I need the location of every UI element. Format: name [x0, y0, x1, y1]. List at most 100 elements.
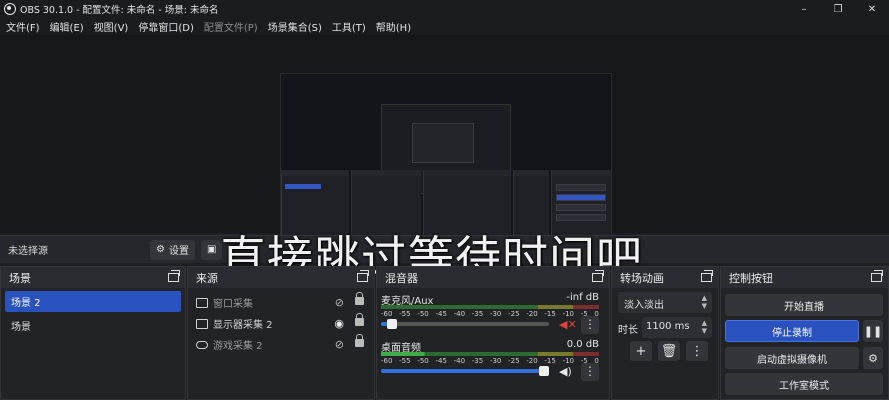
meter-scale: -60 -55 -50 -45 -40 -35 -30 -25 -20 -15 -10 -5 0 [381, 310, 599, 318]
scene-item[interactable]: 场景 2 [5, 291, 181, 312]
source-label: 显示器采集 2 [213, 320, 273, 331]
gear-icon: ⚙ [868, 351, 878, 365]
menu-file[interactable]: 文件(F) [6, 19, 40, 34]
start-virtual-cam-button[interactable]: 启动虚拟摄像机 [725, 347, 859, 369]
gear-icon: ⚙ [156, 244, 165, 255]
title-bar: OBS 30.1.0 - 配置文件: 未命名 - 场景: 未命名 – ❐ ✕ [0, 0, 889, 18]
scale-tick: -25 [508, 357, 520, 365]
scale-tick: -60 [381, 310, 393, 318]
volume-slider[interactable] [381, 366, 549, 376]
close-icon[interactable]: ✕ [855, 0, 889, 18]
scenes-dock-header: 场景 [1, 267, 185, 288]
trash-icon[interactable]: 🗑 [658, 341, 680, 361]
channel-menu-icon[interactable]: ⋮ [581, 316, 599, 334]
maximize-icon[interactable]: ❐ [821, 0, 855, 18]
duration-spinbox[interactable]: 1100 ms ▲ ▼ [642, 317, 712, 338]
menu-scene-collection[interactable]: 场景集合(S) [268, 19, 322, 34]
menu-bar: 文件(F) 编辑(E) 视图(V) 停靠窗口(D) 配置文件(P) 场景集合(S… [0, 18, 889, 35]
scene-item[interactable]: 场景 [5, 315, 181, 336]
scenes-title: 场景 [9, 271, 31, 285]
mixer-channel-desktop: 桌面音频 0.0 dB -60 -55 -50 -45 -40 -35 -30 -25 -20-… [377, 335, 609, 382]
scale-tick: -55 [399, 357, 411, 365]
eye-icon[interactable]: ◉ [334, 317, 344, 330]
preview-button [556, 184, 606, 191]
volume-fill [381, 369, 544, 373]
duration-label: 时长 [618, 325, 638, 336]
speaker-icon[interactable]: ◀) [559, 365, 572, 378]
scene-item-label: 场景 2 [11, 298, 41, 309]
menu-help[interactable]: 帮助(H) [376, 19, 411, 34]
scale-tick: -25 [508, 310, 520, 318]
eye-hidden-icon[interactable]: ⊘ [335, 296, 344, 309]
channel-menu-icon[interactable]: ⋮ [581, 363, 599, 381]
menu-edit[interactable]: 编辑(E) [50, 19, 84, 34]
scale-tick: -30 [489, 357, 502, 365]
volume-meter [381, 352, 599, 356]
transition-select[interactable]: 淡入淡出 ▲ ▼ [618, 292, 712, 313]
speaker-muted-icon[interactable]: ◀✕ [559, 318, 577, 331]
pause-record-button[interactable]: ❚❚ [863, 320, 883, 342]
minimize-icon[interactable]: – [787, 0, 821, 18]
channel-db: 0.0 dB [566, 339, 599, 350]
start-stream-button[interactable]: 开始直播 [725, 294, 883, 316]
channel-db: -inf dB [566, 292, 599, 303]
source-item-game-capture[interactable]: 游戏采集 2 ⊘ [188, 334, 374, 355]
scale-tick: -15 [544, 357, 556, 365]
source-item-window-capture[interactable]: 窗口采集 ⊘ [188, 292, 374, 313]
settings-label: 设置 [168, 246, 189, 257]
window-icon [196, 297, 208, 308]
menu-profile[interactable]: 配置文件(P) [204, 19, 258, 34]
gamepad-icon [196, 340, 208, 349]
duration-value: 1100 ms [646, 321, 690, 332]
menu-tools[interactable]: 工具(T) [332, 19, 366, 34]
transitions-dock-header: 转场动画 [612, 267, 718, 288]
undock-icon[interactable] [871, 270, 883, 282]
scale-tick: -15 [544, 310, 556, 318]
obs-logo-icon [4, 3, 16, 15]
stop-record-button[interactable]: 停止录制 [725, 320, 859, 342]
undock-icon[interactable] [701, 270, 713, 282]
add-icon[interactable]: + [630, 341, 652, 361]
mixer-title: 混音器 [385, 271, 418, 285]
preview-nested-window-inner [412, 123, 474, 163]
spin-arrows-icon[interactable]: ▲ ▼ [702, 319, 707, 335]
mixer-dock: 混音器 麦克风/Aux -inf dB -60 -55 -50 -45 -40 -35 -3… [376, 266, 610, 400]
transitions-title: 转场动画 [620, 271, 664, 285]
lock-icon[interactable] [355, 292, 364, 305]
scale-tick: -45 [435, 357, 447, 365]
transitions-dock: 转场动画 淡入淡出 ▲ ▼ 时长 1100 ms ▲ ▼ + 🗑 ⋮ [611, 266, 719, 400]
menu-docks[interactable]: 停靠窗口(D) [138, 19, 194, 34]
volume-meter [381, 305, 599, 309]
lock-icon[interactable] [355, 313, 364, 326]
eye-hidden-icon[interactable]: ⊘ [335, 338, 344, 351]
volume-knob[interactable] [387, 319, 397, 329]
no-source-label: 未选择源 [8, 246, 48, 257]
studio-mode-button[interactable]: 工作室模式 [725, 373, 883, 395]
undock-icon[interactable] [357, 270, 369, 282]
source-item-display-capture[interactable]: 显示器采集 2 ◉ [188, 313, 374, 334]
undock-icon[interactable] [168, 270, 180, 282]
volume-knob[interactable] [539, 366, 549, 376]
more-icon[interactable]: ⋮ [686, 341, 708, 361]
scene-item-label: 场景 [11, 322, 31, 333]
preview-button [556, 194, 606, 201]
scale-tick: -50 [417, 310, 429, 318]
window-controls: – ❐ ✕ [787, 0, 889, 18]
scale-tick: -40 [453, 357, 466, 365]
virtual-cam-settings-button[interactable]: ⚙ [863, 347, 883, 369]
scale-tick: -35 [471, 310, 484, 318]
undock-icon[interactable] [592, 270, 604, 282]
volume-slider[interactable] [381, 319, 549, 329]
scale-tick: -20 [526, 310, 538, 318]
menu-view[interactable]: 视图(V) [94, 19, 129, 34]
preview-area [0, 35, 889, 261]
source-label: 游戏采集 2 [213, 341, 263, 352]
lock-icon[interactable] [355, 334, 364, 347]
duration-row: 时长 1100 ms ▲ ▼ [618, 317, 712, 338]
sources-dock: 来源 窗口采集 ⊘ 显示器采集 2 ◉ 游戏采集 2 ⊘ [187, 266, 375, 400]
settings-button[interactable]: ⚙ 设置 [150, 239, 195, 260]
scale-tick: -40 [453, 310, 466, 318]
source-label: 窗口采集 [213, 299, 253, 310]
scale-tick: -10 [562, 357, 574, 365]
scale-tick: -20 [526, 357, 538, 365]
